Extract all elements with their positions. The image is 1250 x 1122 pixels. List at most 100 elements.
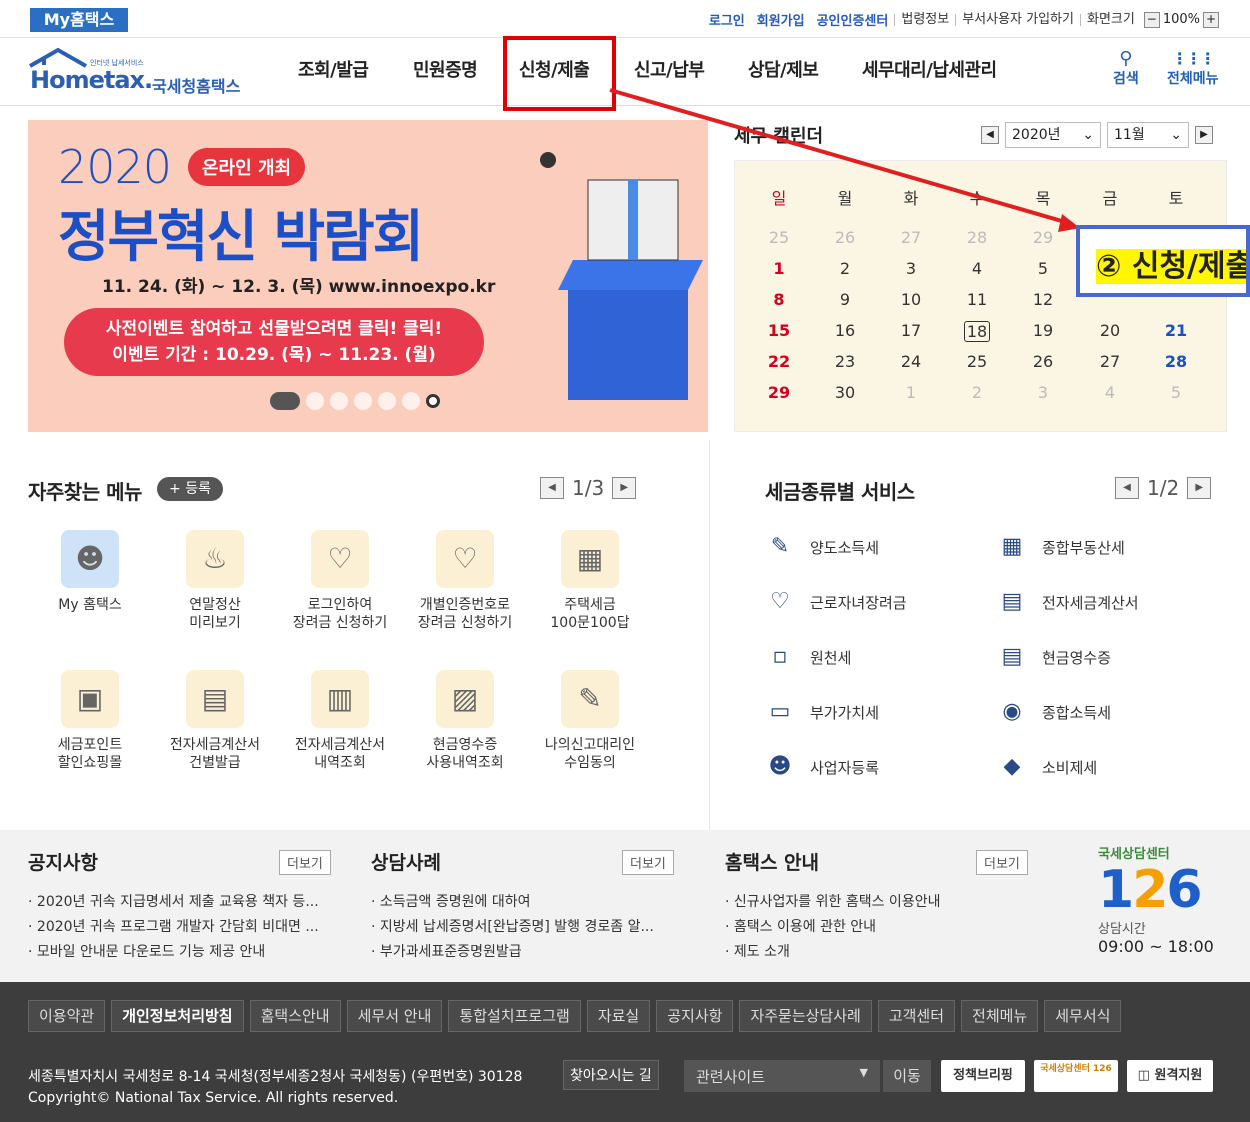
guide-item[interactable]: · 홈택스 이용에 관한 안내: [725, 915, 940, 940]
notice-item[interactable]: · 모바일 안내문 다운로드 기능 제공 안내: [28, 940, 319, 965]
favorite-menu-item[interactable]: ▣ 세금포인트 할인쇼핑몰: [30, 670, 150, 772]
calendar-day[interactable]: 9: [825, 290, 865, 309]
register-button[interactable]: + 등록: [157, 477, 223, 501]
nav-report-pay[interactable]: 신고/납부: [634, 56, 705, 82]
next-page-icon[interactable]: ▶: [612, 477, 637, 499]
notice-item[interactable]: · 2020년 귀속 프로그램 개발자 간담회 비대면 ...: [28, 915, 319, 940]
prev-page-icon[interactable]: ◀: [1115, 477, 1139, 499]
guide-item[interactable]: · 신규사업자를 위한 홈택스 이용안내: [725, 890, 940, 915]
notice-more-button[interactable]: 더보기: [279, 850, 331, 875]
favorite-menu-item[interactable]: ♡ 개별인증번호로 장려금 신청하기: [405, 530, 525, 632]
tax-service-item[interactable]: ▤ 전자세금계산서: [996, 586, 1139, 618]
calendar-day[interactable]: 26: [1023, 352, 1063, 371]
footer-link[interactable]: 홈택스안내: [249, 1000, 341, 1032]
zoom-out-button[interactable]: −: [1143, 11, 1160, 28]
calendar-day[interactable]: 20: [1090, 321, 1130, 340]
nav-certificate[interactable]: 민원증명: [413, 56, 478, 82]
pager-dot[interactable]: [402, 392, 420, 410]
tax-service-item[interactable]: ✎ 양도소득세: [764, 531, 879, 563]
footer-link[interactable]: 자주묻는상담사례: [739, 1000, 872, 1032]
calendar-day[interactable]: 15: [759, 321, 799, 340]
favorite-menu-item[interactable]: ▦ 주택세금 100문100답: [530, 530, 650, 632]
nav-consult[interactable]: 상담/제보: [748, 56, 819, 82]
tax-service-item[interactable]: ◉ 종합소득세: [996, 696, 1111, 728]
footer-link[interactable]: 고객센터: [877, 1000, 956, 1032]
tax-service-item[interactable]: ▤ 현금영수증: [996, 641, 1111, 673]
tax-service-item[interactable]: ▫ 원천세: [764, 641, 852, 673]
prev-page-icon[interactable]: ◀: [540, 477, 564, 499]
calendar-day[interactable]: 4: [1090, 383, 1130, 402]
calendar-day[interactable]: 22: [759, 352, 799, 371]
footer-link[interactable]: 이용약관: [28, 1000, 106, 1032]
calendar-day[interactable]: 21: [1156, 321, 1196, 340]
tax-service-item[interactable]: ◆ 소비제세: [996, 751, 1098, 783]
pager-dot[interactable]: [330, 392, 348, 410]
calendar-day[interactable]: 24: [891, 352, 931, 371]
calendar-day[interactable]: 1: [891, 383, 931, 402]
zoom-in-button[interactable]: +: [1203, 11, 1219, 28]
related-sites-select[interactable]: 관련사이트 ▼: [684, 1060, 880, 1092]
footer-link[interactable]: 개인정보처리방침: [111, 1000, 244, 1032]
pager-dot[interactable]: [354, 392, 372, 410]
login-link[interactable]: 로그인: [709, 10, 745, 29]
policy-briefing-link[interactable]: 정책브리핑: [941, 1060, 1025, 1092]
consult-item[interactable]: · 지방세 납세증명서[완납증명] 발행 경로좀 알...: [371, 915, 654, 940]
favorite-menu-item[interactable]: ▥ 전자세금계산서 내역조회: [280, 670, 400, 772]
guide-more-button[interactable]: 더보기: [976, 850, 1028, 875]
notice-item[interactable]: · 2020년 귀속 지급명세서 제출 교육용 책자 등...: [28, 890, 319, 915]
footer-link[interactable]: 자료실: [586, 1000, 651, 1032]
calendar-day[interactable]: 17: [891, 321, 931, 340]
favorite-menu-item[interactable]: ▨ 현금영수증 사용내역조회: [405, 670, 525, 772]
calendar-day[interactable]: 12: [1023, 290, 1063, 309]
calendar-day[interactable]: 16: [825, 321, 865, 340]
pager-dot[interactable]: [306, 392, 324, 410]
calendar-day[interactable]: 11: [957, 290, 997, 309]
remote-support-link[interactable]: ◫ 원격지원: [1127, 1060, 1213, 1092]
favorite-menu-item[interactable]: ♡ 로그인하여 장려금 신청하기: [280, 530, 400, 632]
tax-service-item[interactable]: ▦ 종합부동산세: [996, 531, 1125, 563]
calendar-day[interactable]: 10: [891, 290, 931, 309]
call-center-link[interactable]: 국세상담센터 126: [1034, 1060, 1118, 1092]
hometax-logo[interactable]: 인터넷 납세서비스 Hometax. 국세청홈택스: [28, 46, 258, 98]
cert-center-link[interactable]: 공인인증센터: [817, 10, 889, 29]
footer-link[interactable]: 전체메뉴: [961, 1000, 1039, 1032]
calendar-day[interactable]: 5: [1156, 383, 1196, 402]
search-button[interactable]: ⚲ 검색: [1113, 50, 1139, 88]
calendar-day[interactable]: 27: [1090, 352, 1130, 371]
calendar-day[interactable]: 29: [759, 383, 799, 402]
dept-user-join-link[interactable]: 부서사용자 가입하기: [955, 13, 1080, 26]
consult-item[interactable]: · 소득금액 증명원에 대하여: [371, 890, 654, 915]
calendar-day[interactable]: 23: [825, 352, 865, 371]
calendar-day[interactable]: 8: [759, 290, 799, 309]
tax-service-item[interactable]: ▭ 부가가치세: [764, 696, 879, 728]
consult-item[interactable]: · 부가과세표준증명원발급: [371, 940, 654, 965]
calendar-day[interactable]: 28: [1156, 352, 1196, 371]
calendar-day-today[interactable]: 18: [964, 321, 990, 342]
join-link[interactable]: 회원가입: [757, 10, 805, 29]
tax-service-item[interactable]: ☻ 사업자등록: [764, 751, 879, 783]
call-center-126[interactable]: 국세상담센터 126 상담시간 09:00 ~ 18:00: [1098, 843, 1228, 973]
month-select[interactable]: 11월 ⌄: [1107, 122, 1189, 148]
nav-inquiry[interactable]: 조회/발급: [298, 56, 369, 82]
calendar-day[interactable]: 3: [1023, 383, 1063, 402]
calendar-day[interactable]: 30: [825, 383, 865, 402]
law-info-link[interactable]: 법령정보: [894, 13, 955, 26]
tax-service-item[interactable]: ♡ 근로자녀장려금: [764, 586, 906, 618]
calendar-day[interactable]: 25: [957, 352, 997, 371]
favorite-menu-item[interactable]: ▤ 전자세금계산서 건별발급: [155, 670, 275, 772]
my-hometax-tab[interactable]: My홈택스: [30, 8, 128, 32]
nav-tax-agent[interactable]: 세무대리/납세관리: [862, 56, 997, 82]
next-month-icon[interactable]: ▶: [1195, 126, 1213, 144]
next-page-icon[interactable]: ▶: [1187, 477, 1212, 499]
favorite-menu-item[interactable]: ☻ My 홈택스: [30, 530, 150, 614]
pause-button[interactable]: [426, 394, 440, 408]
calendar-day[interactable]: 2: [957, 383, 997, 402]
favorite-menu-item[interactable]: ♨ 연말정산 미리보기: [155, 530, 275, 632]
pager-dot[interactable]: [378, 392, 396, 410]
guide-item[interactable]: · 제도 소개: [725, 940, 940, 965]
pager-dot-active[interactable]: [270, 392, 300, 410]
favorite-menu-item[interactable]: ✎ 나의신고대리인 수임동의: [530, 670, 650, 772]
all-menu-button[interactable]: ⋮⋮⋮ 전체메뉴: [1167, 50, 1219, 88]
calendar-day[interactable]: 19: [1023, 321, 1063, 340]
go-button[interactable]: 이동: [883, 1060, 931, 1092]
